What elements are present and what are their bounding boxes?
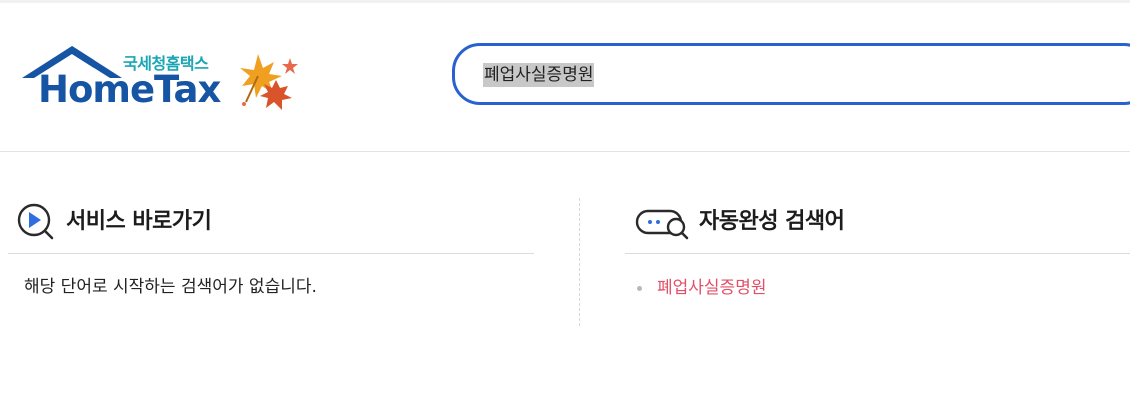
- logo-english-text: HomeTax: [38, 68, 221, 111]
- service-shortcut-header: 서비스 바로가기: [8, 190, 534, 254]
- autocomplete-panel: 자동완성 검색어 폐업사실증명원: [625, 190, 1130, 298]
- header: 국세청홈택스 HomeTax 폐업사실증명원: [0, 0, 1130, 152]
- chat-search-icon: [635, 209, 689, 240]
- search-box[interactable]: 폐업사실증명원: [452, 43, 1130, 105]
- bullet-icon: [637, 286, 642, 291]
- hometax-logo[interactable]: 국세청홈택스 HomeTax: [22, 44, 312, 116]
- service-shortcut-title: 서비스 바로가기: [66, 209, 212, 234]
- search-input[interactable]: 폐업사실증명원: [483, 63, 595, 87]
- autocomplete-item-label: 폐업사실증명원: [657, 278, 767, 298]
- service-shortcut-panel: 서비스 바로가기 해당 단어로 시작하는 검색어가 없습니다.: [8, 190, 534, 297]
- play-search-icon: [17, 203, 54, 240]
- panel-divider: [579, 198, 580, 326]
- autocomplete-title: 자동완성 검색어: [699, 209, 845, 234]
- empty-message: 해당 단어로 시작하는 검색어가 없습니다.: [24, 277, 317, 297]
- autocomplete-list: 폐업사실증명원: [637, 276, 766, 300]
- autocomplete-header: 자동완성 검색어: [625, 190, 1130, 254]
- maple-leaf-icon: [240, 54, 298, 110]
- autocomplete-item[interactable]: 폐업사실증명원: [637, 276, 766, 300]
